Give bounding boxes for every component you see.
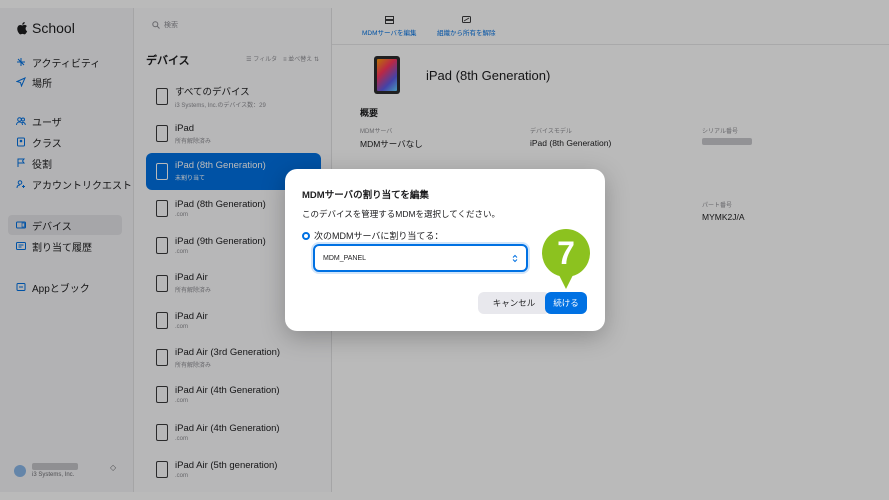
radio-selected[interactable] [302,231,310,240]
cancel-button[interactable]: キャンセル [478,292,550,314]
step-badge: 7 [542,229,590,291]
selected-server-value: MDM_PANEL [323,254,367,262]
radio-label: 次のMDMサーバに割り当てる： [314,231,444,241]
dialog-description: このデバイスを管理するMDMを選択してください。 [302,209,501,219]
chevron-updown-icon [512,254,518,263]
step-number: 7 [542,229,590,277]
assign-to-server-option[interactable]: 次のMDMサーバに割り当てる： [302,229,443,242]
dialog-title: MDMサーバの割り当てを編集 [302,190,429,201]
mdm-server-select[interactable]: MDM_PANEL [313,244,528,272]
continue-button[interactable]: 続ける [545,292,587,314]
